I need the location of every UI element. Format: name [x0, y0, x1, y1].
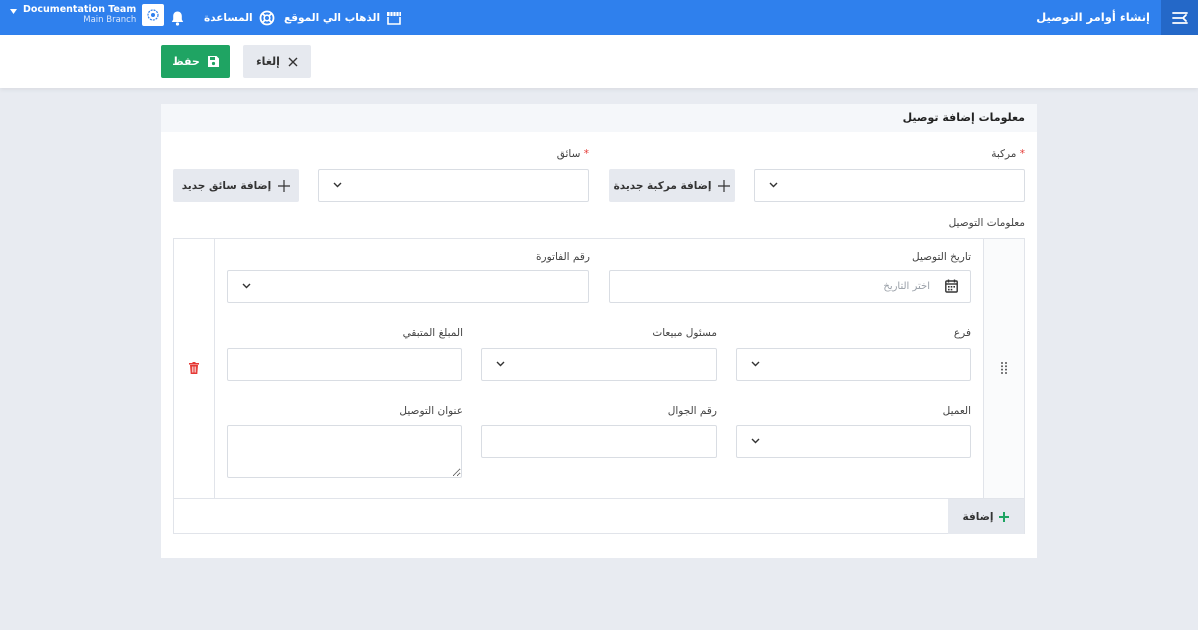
sidebar-toggle-button[interactable] — [1161, 0, 1198, 35]
required-mark: * — [583, 148, 589, 160]
action-bar: حفظ إلغاء — [0, 35, 1198, 88]
menu-arrow-icon — [1171, 11, 1188, 24]
page-title: إنشاء أوامر التوصيل — [1036, 10, 1150, 24]
add-vehicle-button[interactable]: إضافة مركبة جديدة — [609, 169, 735, 202]
card-header: معلومات إضافة توصيل — [161, 104, 1037, 132]
delivery-form-card: معلومات إضافة توصيل مركبة * إضافة مركبة … — [161, 104, 1037, 558]
help-link[interactable]: المساعدة — [204, 0, 275, 35]
add-row-button[interactable]: إضافة — [948, 499, 1024, 534]
drag-dots-icon — [1001, 362, 1007, 374]
chevron-down-icon — [333, 182, 342, 188]
cancel-button[interactable]: إلغاء — [243, 45, 311, 78]
driver-select[interactable] — [318, 169, 589, 202]
gear-logo-icon — [147, 9, 159, 21]
plus-icon — [278, 179, 291, 192]
delivery-date-input[interactable]: اختر التاريخ — [609, 270, 971, 303]
date-placeholder: اختر التاريخ — [883, 281, 930, 292]
remaining-amount-label: المبلغ المتبقي — [402, 327, 463, 339]
close-icon — [288, 57, 298, 66]
delivery-info-label: معلومات التوصيل — [948, 217, 1025, 229]
save-button[interactable]: حفظ — [161, 45, 230, 78]
driver-label: سائق * — [556, 148, 589, 160]
delivery-address-label: عنوان التوصيل — [399, 405, 463, 417]
add-driver-button[interactable]: إضافة سائق جديد — [173, 169, 299, 202]
sales-rep-label: مسئول مبيعات — [652, 327, 717, 339]
chevron-down-icon — [751, 361, 760, 367]
required-mark: * — [1019, 148, 1025, 160]
notifications-button[interactable] — [170, 0, 185, 35]
add-row-bar: إضافة — [174, 498, 1024, 534]
invoice-number-label: رقم الفاتورة — [536, 251, 590, 263]
delivery-date-label: تاريخ التوصيل — [912, 251, 971, 263]
floppy-disk-icon — [207, 56, 219, 67]
drag-handle[interactable] — [983, 239, 1024, 498]
store-icon — [387, 11, 402, 25]
plus-icon — [999, 511, 1010, 522]
delete-column — [174, 239, 215, 498]
org-name: Documentation Team — [23, 4, 137, 16]
branch-label: فرع — [953, 327, 971, 339]
sales-rep-select[interactable] — [481, 348, 717, 381]
calendar-icon — [945, 279, 958, 293]
delivery-address-textarea[interactable] — [227, 425, 462, 478]
chevron-down-icon — [751, 438, 760, 444]
top-bar: إنشاء أوامر التوصيل الذهاب الي الموقع ال… — [0, 0, 1198, 35]
mobile-label: رقم الجوال — [667, 405, 717, 417]
org-switcher[interactable]: Documentation Team Main Branch — [10, 4, 165, 26]
vehicle-select[interactable] — [754, 169, 1025, 202]
delivery-detail-row: تاريخ التوصيل اختر التاريخ رقم الفاتورة … — [173, 238, 1025, 534]
invoice-number-select[interactable] — [227, 270, 589, 303]
chevron-down-icon — [496, 361, 505, 367]
chevron-down-icon — [242, 283, 251, 289]
mobile-input[interactable] — [481, 425, 717, 458]
vehicle-label: مركبة * — [991, 148, 1025, 160]
trash-icon[interactable] — [189, 362, 199, 374]
remaining-amount-input[interactable] — [227, 348, 462, 381]
customer-label: العميل — [942, 405, 971, 417]
branch-select[interactable] — [736, 348, 971, 381]
goto-site-link[interactable]: الذهاب الي الموقع — [284, 0, 402, 35]
bell-icon — [171, 11, 184, 26]
org-logo — [142, 4, 165, 26]
customer-select[interactable] — [736, 425, 971, 458]
plus-icon — [718, 179, 731, 192]
lifebuoy-icon — [259, 10, 275, 25]
chevron-down-icon — [769, 182, 778, 188]
section-title: معلومات إضافة توصيل — [902, 111, 1025, 124]
caret-down-icon — [10, 8, 17, 14]
branch-name: Main Branch — [83, 14, 137, 25]
